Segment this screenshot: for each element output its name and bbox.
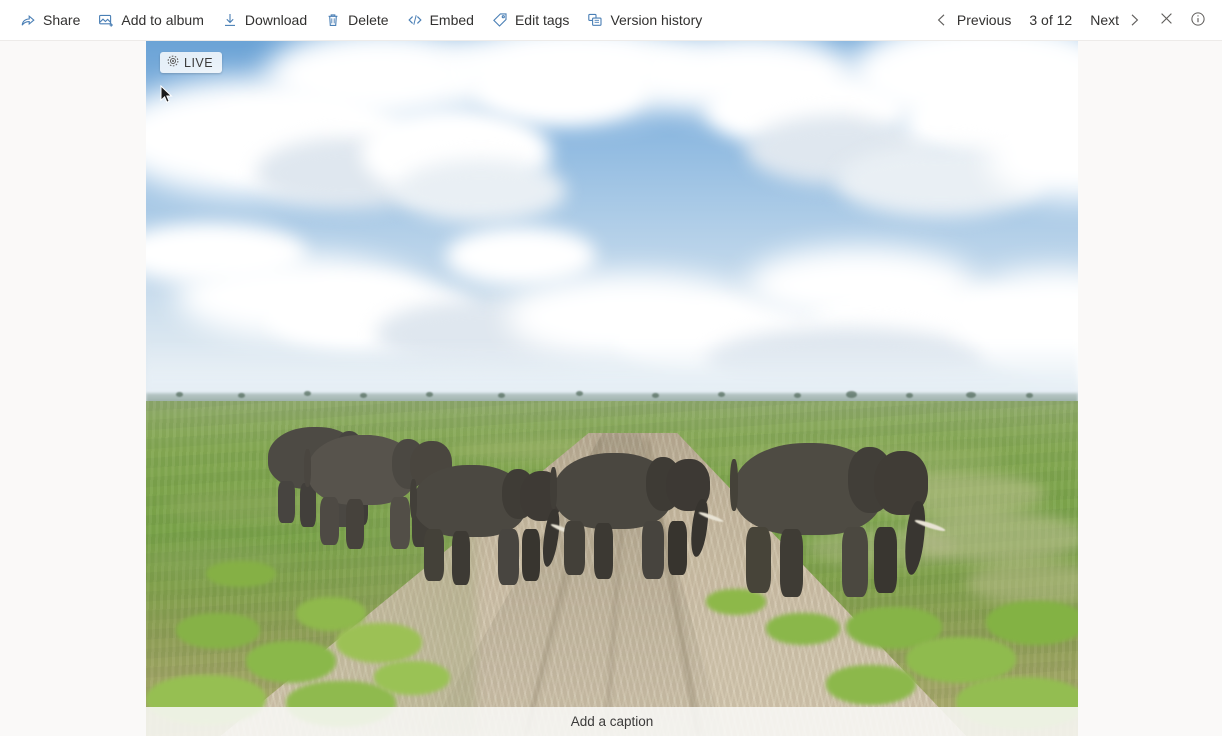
elephant — [552, 439, 724, 581]
close-button[interactable] — [1150, 4, 1182, 36]
elephant — [732, 429, 944, 597]
share-label: Share — [43, 12, 80, 28]
elephant — [412, 453, 572, 589]
command-bar: Share Add to album Download — [0, 0, 1222, 41]
edit-tags-button[interactable]: Edit tags — [483, 4, 578, 36]
info-button[interactable] — [1182, 4, 1214, 36]
share-icon — [20, 12, 36, 28]
delete-icon — [325, 12, 341, 28]
live-photo-label: LIVE — [184, 56, 213, 70]
next-button[interactable]: Next — [1082, 4, 1150, 36]
photo-viewer-stage: LIVE Add a caption — [0, 41, 1222, 736]
delete-label: Delete — [348, 12, 388, 28]
caption-placeholder: Add a caption — [571, 714, 654, 729]
embed-label: Embed — [430, 12, 474, 28]
info-icon — [1190, 11, 1206, 30]
download-icon — [222, 12, 238, 28]
previous-button[interactable]: Previous — [926, 4, 1019, 36]
share-button[interactable]: Share — [11, 4, 89, 36]
download-button[interactable]: Download — [213, 4, 316, 36]
embed-button[interactable]: Embed — [398, 4, 483, 36]
live-photo-badge[interactable]: LIVE — [160, 52, 222, 73]
tag-icon — [492, 12, 508, 28]
previous-label: Previous — [957, 12, 1011, 28]
embed-code-icon — [407, 12, 423, 28]
photo-counter: 3 of 12 — [1019, 12, 1082, 28]
add-to-album-icon — [98, 12, 114, 28]
chevron-right-icon — [1126, 12, 1142, 28]
command-bar-actions: Share Add to album Download — [0, 4, 711, 36]
add-to-album-label: Add to album — [121, 12, 204, 28]
chevron-left-icon — [934, 12, 950, 28]
cloud — [396, 159, 566, 223]
cloud — [446, 227, 596, 285]
add-to-album-button[interactable]: Add to album — [89, 4, 213, 36]
download-label: Download — [245, 12, 307, 28]
version-history-label: Version history — [610, 12, 702, 28]
live-photo-icon — [167, 54, 179, 72]
version-history-button[interactable]: Version history — [578, 4, 711, 36]
next-label: Next — [1090, 12, 1119, 28]
photo-image[interactable]: LIVE Add a caption — [146, 41, 1078, 736]
edit-tags-label: Edit tags — [515, 12, 569, 28]
version-history-icon — [587, 12, 603, 28]
caption-input[interactable]: Add a caption — [146, 707, 1078, 736]
delete-button[interactable]: Delete — [316, 4, 397, 36]
cloud — [476, 53, 646, 123]
command-bar-navigation: Previous 3 of 12 Next — [926, 4, 1222, 36]
close-icon — [1159, 11, 1174, 29]
